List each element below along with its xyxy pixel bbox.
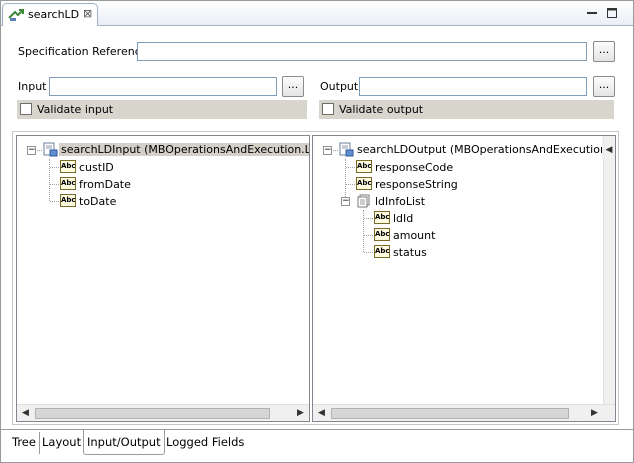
maximize-icon[interactable] [606,7,618,19]
page-tabs: Tree Layout Input/Output Logged Fields [1,429,633,462]
message-icon [43,142,58,157]
operation-icon [8,9,24,21]
output-field[interactable] [359,77,587,96]
field-label: fromDate [79,178,131,191]
string-type-icon: Abc [374,245,390,258]
string-type-icon: Abc [374,228,390,241]
message-icon [339,142,354,157]
scroll-left-icon[interactable]: ◀ [602,142,615,159]
minimize-icon[interactable] [586,7,598,19]
editor-tab-strip: searchLD ⊠ [1,1,633,26]
field-label: status [393,246,427,259]
editor-window: searchLD ⊠ Specification Reference ... I… [0,0,634,463]
field-label: toDate [79,195,117,208]
validate-output-checkbox[interactable] [322,103,334,115]
field-label: responseCode [375,161,454,174]
validate-output-label: Validate output [339,103,424,116]
field-label: ldId [393,212,414,225]
tab-logged-fields[interactable]: Logged Fields [163,432,247,454]
collapse-icon[interactable]: − [27,146,36,155]
scroll-left-icon[interactable]: ◀ [17,405,34,421]
tab-input-output[interactable]: Input/Output [83,430,165,455]
input-field[interactable] [49,77,277,96]
spec-ref-field[interactable] [137,42,587,61]
string-type-icon: Abc [356,160,372,173]
validate-input-label: Validate input [37,103,114,116]
list-icon [357,194,370,208]
field-label: amount [393,229,436,242]
scroll-thumb[interactable] [331,408,569,419]
editor-tab-searchLD[interactable]: searchLD ⊠ [2,3,98,26]
output-tree-vscrollbar[interactable]: ◀ [602,136,615,404]
output-root-label: searchLDOutput (MBOperationsAndExecution… [357,143,616,156]
field-label: custID [79,161,114,174]
spec-ref-browse-button[interactable]: ... [593,41,615,62]
output-tree-hscrollbar[interactable]: ◀ ▶ [313,404,615,421]
tab-layout[interactable]: Layout [39,432,86,454]
string-type-icon: Abc [60,160,76,173]
editor-tab-title: searchLD [28,8,80,21]
spec-ref-label: Specification Reference [18,45,148,58]
list-label: ldInfoList [375,195,426,208]
close-icon[interactable]: ⊠ [83,7,92,20]
scroll-right-icon[interactable]: ▶ [292,405,309,421]
string-type-icon: Abc [60,194,76,207]
input-browse-button[interactable]: ... [282,76,304,97]
collapse-icon[interactable]: − [323,146,332,155]
collapse-icon[interactable]: − [341,197,350,206]
output-tree-pane[interactable]: − − searchLDOutput (MBOperationsAndExecu… [312,135,616,422]
field-label: responseString [375,178,458,191]
scroll-left-icon[interactable]: ◀ [313,405,330,421]
tab-tree[interactable]: Tree [9,432,40,454]
output-browse-button[interactable]: ... [593,76,615,97]
string-type-icon: Abc [356,177,372,190]
validate-input-row[interactable]: Validate input [17,100,307,119]
output-label: Output [320,80,359,93]
input-label: Input [18,80,47,93]
input-root-label: searchLDInput (MBOperationsAndExecution.… [59,143,309,156]
validate-output-row[interactable]: Validate output [319,100,614,119]
input-tree-hscrollbar[interactable]: ◀ ▶ [17,404,309,421]
input-tree-pane[interactable]: − searchLDInput (MBOperationsAndExecutio… [16,135,310,422]
validate-input-checkbox[interactable] [20,103,32,115]
string-type-icon: Abc [374,211,390,224]
scroll-thumb[interactable] [35,408,270,419]
string-type-icon: Abc [60,177,76,190]
scroll-right-icon[interactable]: ▶ [586,405,603,421]
